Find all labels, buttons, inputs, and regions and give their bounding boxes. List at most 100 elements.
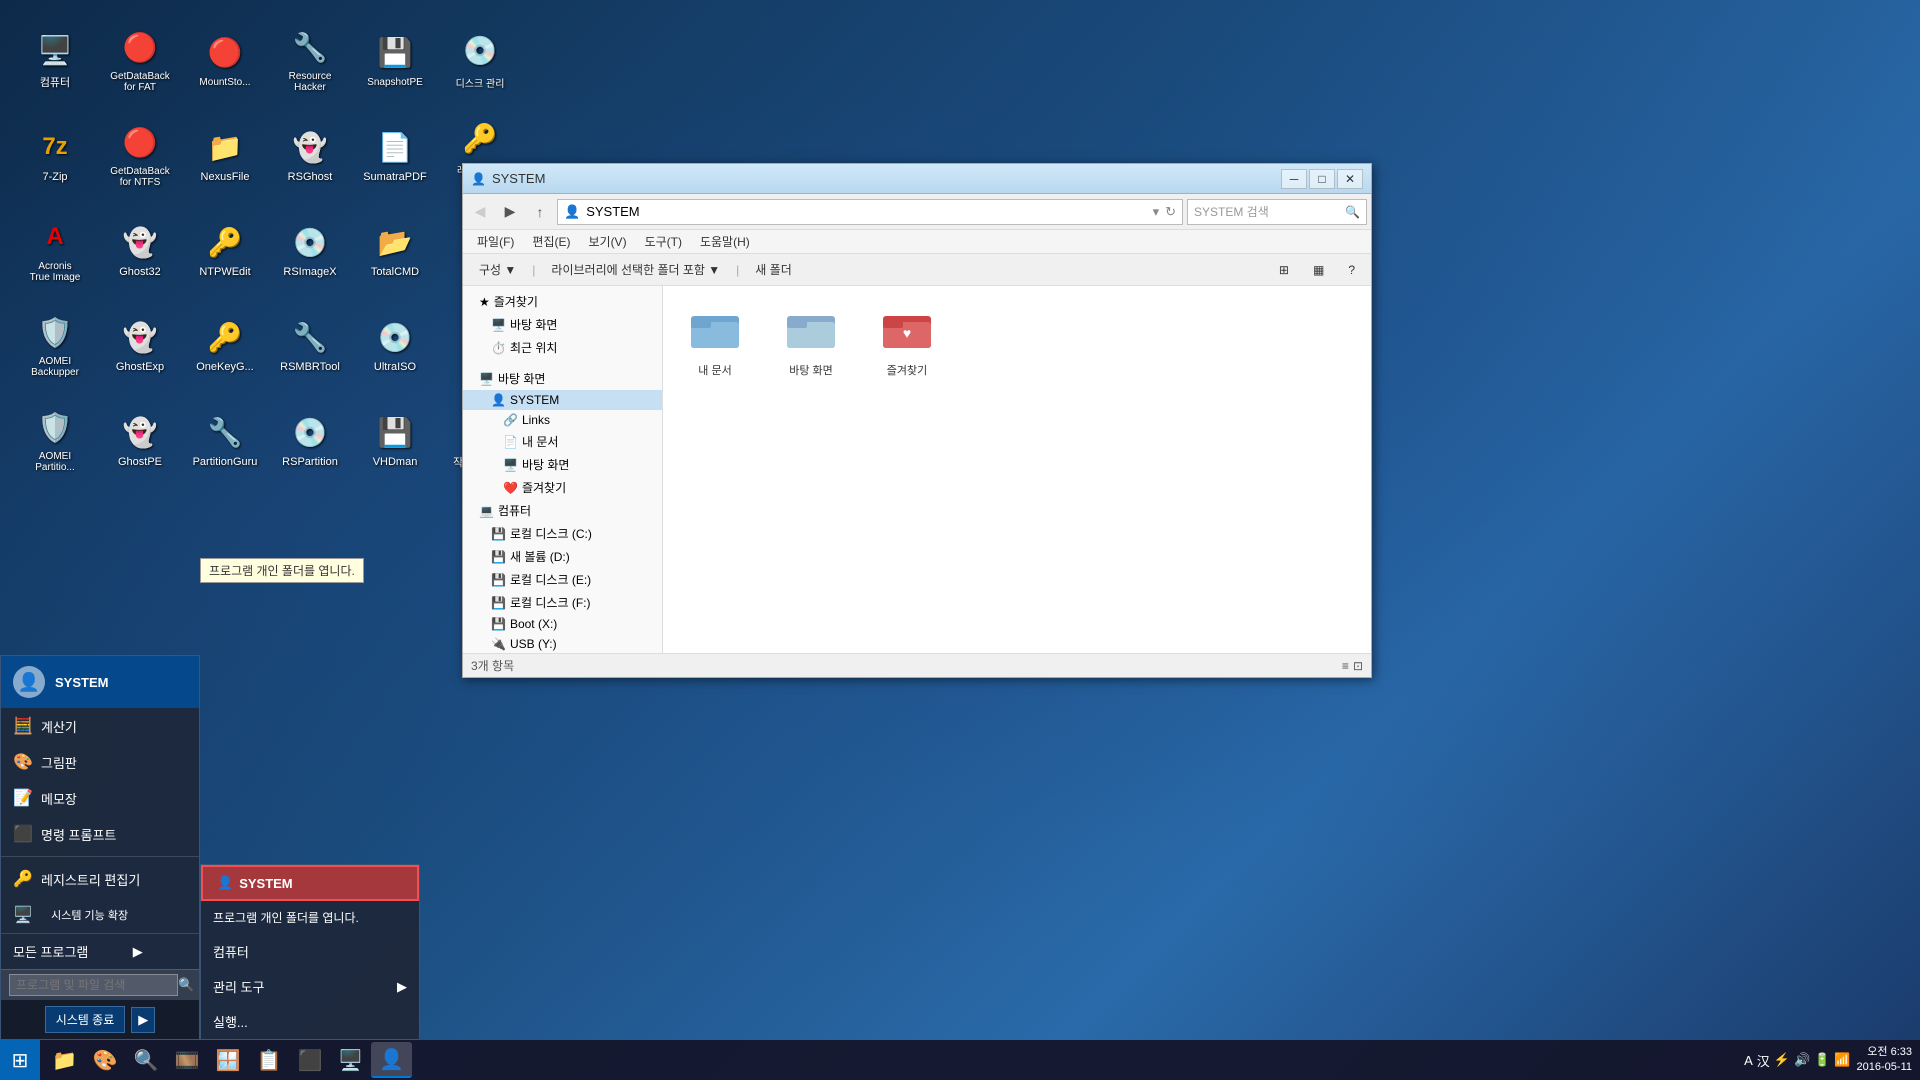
icon-onekey[interactable]: 🔑 OneKeyG...: [185, 300, 265, 390]
menu-file[interactable]: 파일(F): [469, 230, 522, 253]
organize-button[interactable]: 구성 ▼: [471, 258, 524, 281]
icon-rsghost[interactable]: 👻 RSGhost: [270, 110, 350, 200]
nav-boot-x[interactable]: 💾 Boot (X:): [463, 614, 662, 634]
icon-rsimage[interactable]: 💿 RSImageX: [270, 205, 350, 295]
taskbar-notepad-btn[interactable]: 📋: [249, 1042, 290, 1078]
address-dropdown[interactable]: ▾: [1153, 204, 1160, 220]
back-button[interactable]: ◀: [467, 199, 493, 225]
file-favorites[interactable]: ♥ 즐겨찾기: [871, 302, 943, 384]
system-context-menu: 👤 SYSTEM 프로그램 개인 폴더를 엽니다. 컴퓨터 관리 도구 ▶ 실행…: [200, 864, 420, 1040]
hdd-f-icon: 💾: [491, 596, 506, 610]
icon-totalcmd[interactable]: 📂 TotalCMD: [355, 205, 435, 295]
desktop2-icon: 🖥️: [503, 458, 518, 472]
taskbar-user-btn[interactable]: 👤: [371, 1042, 412, 1078]
icon-mountsto[interactable]: 🔴 MountSto...: [185, 15, 265, 105]
icon-computer[interactable]: 🖥️ 컴퓨터: [15, 15, 95, 105]
shutdown-button[interactable]: 시스템 종료: [45, 1006, 126, 1033]
nav-desktop2[interactable]: 🖥️ 바탕 화면: [463, 453, 662, 476]
help-button[interactable]: ?: [1340, 260, 1363, 280]
sys-icon: 🖥️: [13, 905, 33, 925]
up-button[interactable]: ↑: [527, 199, 553, 225]
taskbar-monitor-btn[interactable]: 🖥️: [330, 1042, 371, 1078]
icon-snapshot-pe[interactable]: 💾 SnapshotPE: [355, 15, 435, 105]
icon-getdata-fat[interactable]: 🔴 GetDataBackfor FAT: [100, 15, 180, 105]
desktop-icon-area: 🖥️ 컴퓨터 🔴 GetDataBackfor FAT 🔴 MountSto..…: [10, 10, 525, 490]
menu-item-calculator[interactable]: 🧮 계산기: [1, 708, 199, 744]
nav-desktop-tree[interactable]: 🖥️ 바탕 화면: [463, 367, 662, 390]
nav-local-f[interactable]: 💾 로컬 디스크 (F:): [463, 591, 662, 614]
menu-item-sys-prop[interactable]: 🖥️ ㅤ시스템 기능 확장 ㅤ: [1, 897, 199, 933]
menu-tools[interactable]: 도구(T): [637, 230, 690, 253]
address-bar[interactable]: 👤 SYSTEM ▾ ↻: [557, 199, 1183, 225]
icon-aomei[interactable]: 🛡️ AOMEIBackupper: [15, 300, 95, 390]
nav-recent[interactable]: ⏱️ 최근 위치: [463, 336, 662, 359]
nav-links[interactable]: 🔗 Links: [463, 410, 662, 430]
taskbar-media-btn[interactable]: 🎞️: [167, 1042, 208, 1078]
icon-partguru[interactable]: 🔧 PartitionGuru: [185, 395, 265, 485]
nav-new-vol-d[interactable]: 💾 새 볼륨 (D:): [463, 545, 662, 568]
search-submit-icon[interactable]: 🔍: [1345, 205, 1360, 219]
nav-my-docs[interactable]: 📄 내 문서: [463, 430, 662, 453]
taskbar-explorer-btn[interactable]: 📁: [44, 1042, 85, 1078]
nav-favorites2[interactable]: ❤️ 즐겨찾기: [463, 476, 662, 499]
context-run[interactable]: 실행...: [201, 1004, 419, 1039]
menu-view[interactable]: 보기(V): [580, 230, 634, 253]
menu-item-paint[interactable]: 🎨 그림판: [1, 744, 199, 780]
nav-favorites[interactable]: ★ 즐겨찾기: [463, 290, 662, 313]
forward-button[interactable]: ▶: [497, 199, 523, 225]
library-button[interactable]: 라이브러리에 선택한 폴더 포함 ▼: [543, 258, 728, 281]
icon-getdata-ntfs[interactable]: 🔴 GetDataBackfor NTFS: [100, 110, 180, 200]
icon-ntpwedit[interactable]: 🔑 NTPWEdit: [185, 205, 265, 295]
icon-ghostpe[interactable]: 👻 GhostPE: [100, 395, 180, 485]
taskbar-win-btn[interactable]: 🪟: [208, 1042, 249, 1078]
search-input[interactable]: [9, 974, 178, 996]
all-programs-item[interactable]: 모든 프로그램 ▶: [1, 933, 199, 969]
nav-desktop-fav[interactable]: 🖥️ 바탕 화면: [463, 313, 662, 336]
taskbar-cmd-btn[interactable]: ⬛: [289, 1042, 330, 1078]
icon-rspartition[interactable]: 💿 RSPartition: [270, 395, 350, 485]
search-bar[interactable]: SYSTEM 검색 🔍: [1187, 199, 1367, 225]
start-button[interactable]: ⊞: [0, 1040, 40, 1080]
icon-disk-manager[interactable]: 💿 디스크 관리: [440, 15, 520, 105]
file-desktop[interactable]: 바탕 화면: [775, 302, 847, 384]
nav-local-e[interactable]: 💾 로컬 디스크 (E:): [463, 568, 662, 591]
icon-aomei-par[interactable]: 🛡️ AOMEIPartitio...: [15, 395, 95, 485]
menu-item-cmd[interactable]: ⬛ 명령 프롬프트: [1, 816, 199, 852]
icon-nexusfile[interactable]: 📁 NexusFile: [185, 110, 265, 200]
nav-system-user[interactable]: 👤 SYSTEM: [463, 390, 662, 410]
minimize-button[interactable]: ─: [1281, 169, 1307, 189]
nav-computer[interactable]: 💻 컴퓨터: [463, 499, 662, 522]
list-view-button[interactable]: ≡: [1342, 659, 1349, 673]
view-toggle[interactable]: ⊞: [1271, 260, 1297, 280]
context-computer[interactable]: 컴퓨터: [201, 934, 419, 969]
icon-label: RSMBRTool: [280, 361, 340, 373]
taskbar-color-btn[interactable]: 🎨: [85, 1042, 126, 1078]
maximize-button[interactable]: □: [1309, 169, 1335, 189]
new-folder-button[interactable]: 새 폴더: [747, 258, 799, 281]
context-manage-tools[interactable]: 관리 도구 ▶: [201, 969, 419, 1004]
refresh-button[interactable]: ↻: [1165, 204, 1176, 220]
taskbar-search-btn[interactable]: 🔍: [126, 1042, 167, 1078]
icon-ghostexp[interactable]: 👻 GhostExp: [100, 300, 180, 390]
icon-resource-hacker[interactable]: 🔧 ResourceHacker: [270, 15, 350, 105]
file-my-docs[interactable]: 내 문서: [679, 302, 751, 384]
details-toggle[interactable]: ▦: [1305, 260, 1332, 280]
shutdown-arrow[interactable]: ▶: [131, 1007, 155, 1033]
icon-ultraiso[interactable]: 💿 UltraISO: [355, 300, 435, 390]
icon-ghost32[interactable]: 👻 Ghost32: [100, 205, 180, 295]
menu-item-regedit[interactable]: 🔑 레지스트리 편집기: [1, 861, 199, 897]
icon-7zip[interactable]: 7z 7-Zip: [15, 110, 95, 200]
icon-sumatra[interactable]: 📄 SumatraPDF: [355, 110, 435, 200]
icon-rsmbr[interactable]: 🔧 RSMBRTool: [270, 300, 350, 390]
nav-local-c[interactable]: 💾 로컬 디스크 (C:): [463, 522, 662, 545]
icon-acronis[interactable]: A AcronisTrue Image: [15, 205, 95, 295]
nav-usb-y[interactable]: 🔌 USB (Y:): [463, 634, 662, 653]
menu-item-notepad[interactable]: 📝 메모장: [1, 780, 199, 816]
icon-vhd[interactable]: 💾 VHDman: [355, 395, 435, 485]
menu-edit[interactable]: 편집(E): [524, 230, 578, 253]
taskbar-clock[interactable]: 오전 6:33 2016-05-11: [1857, 1045, 1912, 1076]
menu-help[interactable]: 도움말(H): [692, 230, 758, 253]
context-open-personal[interactable]: 프로그램 개인 폴더를 엽니다.: [201, 901, 419, 934]
close-button[interactable]: ✕: [1337, 169, 1363, 189]
detail-view-button[interactable]: ⊡: [1353, 659, 1363, 673]
